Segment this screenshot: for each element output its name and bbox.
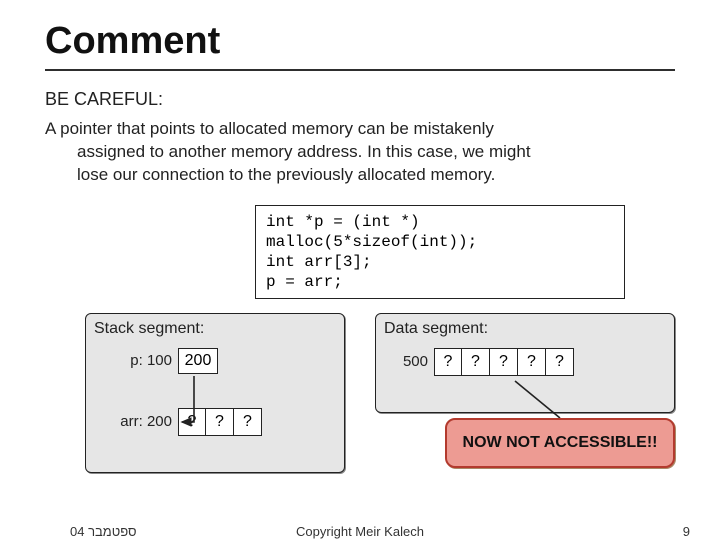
- arr-cell: ?: [178, 408, 206, 436]
- body-text: A pointer that points to allocated memor…: [45, 118, 680, 187]
- arr-cell: ?: [234, 408, 262, 436]
- heap-cell: ?: [546, 348, 574, 376]
- heap-cell: ?: [434, 348, 462, 376]
- code-line-1: int *p = (int *) malloc(5*sizeof(int));: [266, 212, 614, 252]
- body-line-2: assigned to another memory address. In t…: [45, 141, 680, 164]
- stack-segment-box: Stack segment: p: 100 200 arr: 200 ? ? ?: [85, 313, 345, 473]
- heap-cell: ?: [490, 348, 518, 376]
- warning-callout: NOW NOT ACCESSIBLE!!: [445, 418, 675, 468]
- data-segment-box: Data segment: 500 ? ? ? ? ?: [375, 313, 675, 413]
- stack-row-p: p: 100 200: [94, 348, 336, 374]
- footer-page-number: 9: [683, 524, 690, 539]
- warning-text: NOW NOT ACCESSIBLE!!: [463, 434, 658, 452]
- footer-copyright: Copyright Meir Kalech: [0, 524, 720, 539]
- subtitle: BE CAREFUL:: [45, 89, 680, 110]
- slide-title: Comment: [45, 20, 680, 63]
- body-line-3: lose our connection to the previously al…: [45, 164, 680, 187]
- heap-cell: ?: [462, 348, 490, 376]
- data-segment-label: Data segment:: [384, 320, 666, 338]
- title-underline: [45, 69, 675, 71]
- arr-cell: ?: [206, 408, 234, 436]
- heap-cell: ?: [518, 348, 546, 376]
- body-line-1: A pointer that points to allocated memor…: [45, 119, 494, 138]
- stack-segment-label: Stack segment:: [94, 320, 336, 338]
- p-value-cell: 200: [178, 348, 218, 374]
- code-line-2: int arr[3];: [266, 252, 614, 272]
- arr-address-label: arr: 200: [94, 413, 172, 430]
- pointer-arrow: [86, 314, 346, 474]
- code-box: int *p = (int *) malloc(5*sizeof(int)); …: [255, 205, 625, 299]
- heap-address: 500: [384, 353, 428, 370]
- heap-cells: ? ? ? ? ?: [434, 348, 574, 376]
- slide: Comment BE CAREFUL: A pointer that point…: [0, 0, 720, 540]
- code-line-3: p = arr;: [266, 272, 614, 292]
- segments-area: Stack segment: p: 100 200 arr: 200 ? ? ?: [45, 313, 680, 493]
- stack-row-arr: arr: 200 ? ? ?: [94, 408, 336, 436]
- data-row: 500 ? ? ? ? ?: [384, 348, 666, 376]
- p-address-label: p: 100: [94, 352, 172, 369]
- arr-cells: ? ? ?: [178, 408, 262, 436]
